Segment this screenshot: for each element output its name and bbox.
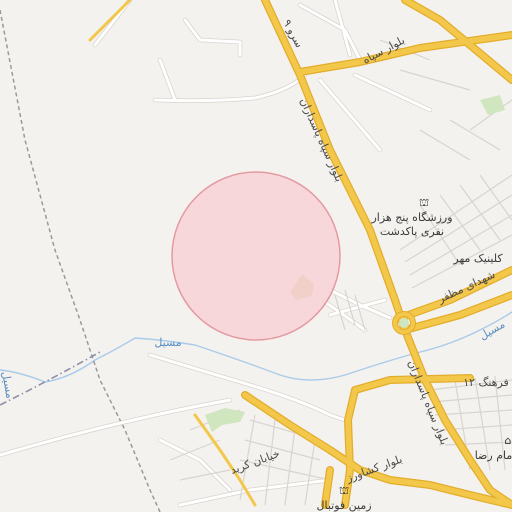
football-icon: ⛫ — [339, 484, 349, 497]
label-kerid: خیابان کرید — [229, 447, 282, 477]
label-football-field: زمین فوتبال — [316, 499, 371, 512]
rail-layer — [0, 9, 161, 512]
label-clinic: کلینیک مهر — [452, 252, 503, 265]
label-stadium-line1: ورزشگاه پنج هزار — [370, 211, 452, 224]
label-stadium-line2: نفری پاکدشت — [380, 225, 444, 238]
label-farhang-12: فرهنگ ۱۲ — [463, 376, 509, 389]
label-mosil-east: مسیل — [477, 318, 507, 343]
search-radius-circle[interactable] — [171, 171, 341, 341]
road-boulevard-keshavarz — [242, 392, 512, 508]
label-mosil-west: مسیل — [0, 370, 17, 399]
poi-imam-reza[interactable]: ⌂ امام رضا — [475, 434, 512, 462]
map-canvas[interactable]: سرو ۹ بلوار سپاه بلوار سپاه پاسداران ⛫ و… — [0, 0, 512, 512]
label-boulevard-pasdaran-south: بلوار سپاه پاسداران — [405, 358, 451, 447]
label-mosil-center: مسیل — [154, 336, 181, 349]
label-imam-reza: امام رضا — [475, 449, 512, 462]
imam-reza-icon: ⌂ — [505, 434, 512, 447]
poi-stadium[interactable]: ⛫ ورزشگاه پنج هزار نفری پاکدشت — [370, 196, 452, 238]
roundabout — [392, 311, 416, 335]
map-view[interactable]: سرو ۹ بلوار سپاه بلوار سپاه پاسداران ⛫ و… — [0, 0, 512, 512]
park-area-east — [480, 95, 505, 115]
railway-line — [0, 9, 161, 512]
park-area — [205, 408, 245, 432]
stadium-icon: ⛫ — [419, 196, 429, 209]
label-boulevard-pasdaran-north: بلوار سپاه پاسداران — [297, 96, 346, 184]
